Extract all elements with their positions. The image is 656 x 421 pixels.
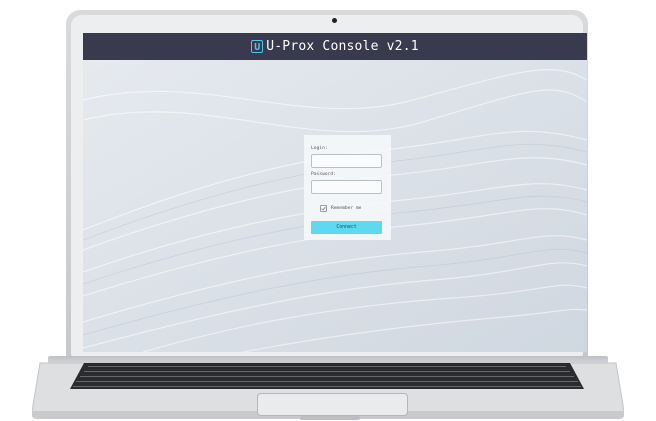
remember-me-checkbox[interactable] bbox=[320, 205, 327, 212]
laptop-notch bbox=[300, 416, 360, 420]
trackpad bbox=[257, 393, 408, 416]
remember-me-label: Remember me bbox=[331, 206, 362, 211]
login-input[interactable] bbox=[311, 154, 382, 168]
app-titlebar: U U-Prox Console v2.1 bbox=[83, 33, 587, 60]
screen-edge-mark bbox=[584, 158, 587, 165]
connect-button[interactable]: Connect bbox=[311, 221, 382, 234]
login-panel: Login: Password: Remember me Connect bbox=[304, 135, 391, 240]
login-label: Login: bbox=[311, 146, 328, 151]
laptop-screen: U U-Prox Console v2.1 Login: Password: R… bbox=[83, 33, 587, 352]
password-input[interactable] bbox=[311, 180, 382, 194]
keyboard bbox=[70, 363, 584, 389]
password-label: Password: bbox=[311, 172, 336, 177]
app-title: U-Prox Console v2.1 bbox=[266, 39, 419, 54]
webcam bbox=[332, 18, 337, 23]
app-logo-icon: U bbox=[251, 40, 264, 53]
checkmark-icon bbox=[321, 206, 326, 211]
